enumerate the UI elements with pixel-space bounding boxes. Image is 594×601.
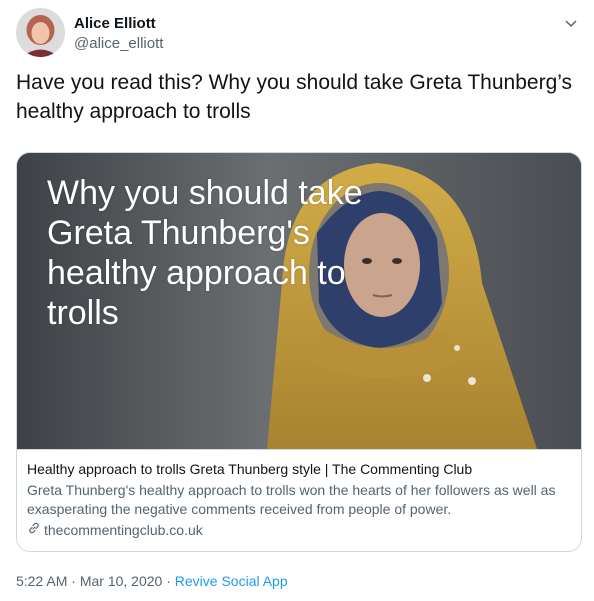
- tweet-source-link[interactable]: Revive Social App: [175, 573, 288, 589]
- tweet-time[interactable]: 5:22 AM: [16, 573, 67, 589]
- card-title[interactable]: Healthy approach to trolls Greta Thunber…: [27, 460, 575, 479]
- meta-separator-1: ·: [71, 573, 76, 589]
- card-image[interactable]: Why you should take Greta Thunberg's hea…: [17, 153, 581, 449]
- card-body[interactable]: Healthy approach to trolls Greta Thunber…: [17, 449, 581, 551]
- avatar[interactable]: [16, 8, 65, 57]
- card-description: Greta Thunberg's healthy approach to tro…: [27, 482, 556, 517]
- card-image-overlay-text: Why you should take Greta Thunberg's hea…: [47, 174, 363, 332]
- chevron-down-icon[interactable]: [562, 14, 580, 32]
- link-icon: [27, 521, 41, 538]
- tweet-header: Alice Elliott @alice_elliott: [16, 6, 582, 62]
- card-domain[interactable]: thecommentingclub.co.uk: [27, 521, 203, 538]
- meta-separator-2: ·: [166, 573, 171, 589]
- tweet-date[interactable]: Mar 10, 2020: [80, 573, 163, 589]
- tweet-text: Have you read this? Why you should take …: [16, 71, 573, 123]
- tweet-meta: 5:22 AM · Mar 10, 2020 · Revive Social A…: [16, 573, 288, 589]
- link-card[interactable]: Why you should take Greta Thunberg's hea…: [16, 152, 582, 552]
- author-handle[interactable]: @alice_elliott: [74, 35, 163, 52]
- author-name[interactable]: Alice Elliott: [74, 15, 156, 32]
- card-domain-text[interactable]: thecommentingclub.co.uk: [44, 522, 203, 538]
